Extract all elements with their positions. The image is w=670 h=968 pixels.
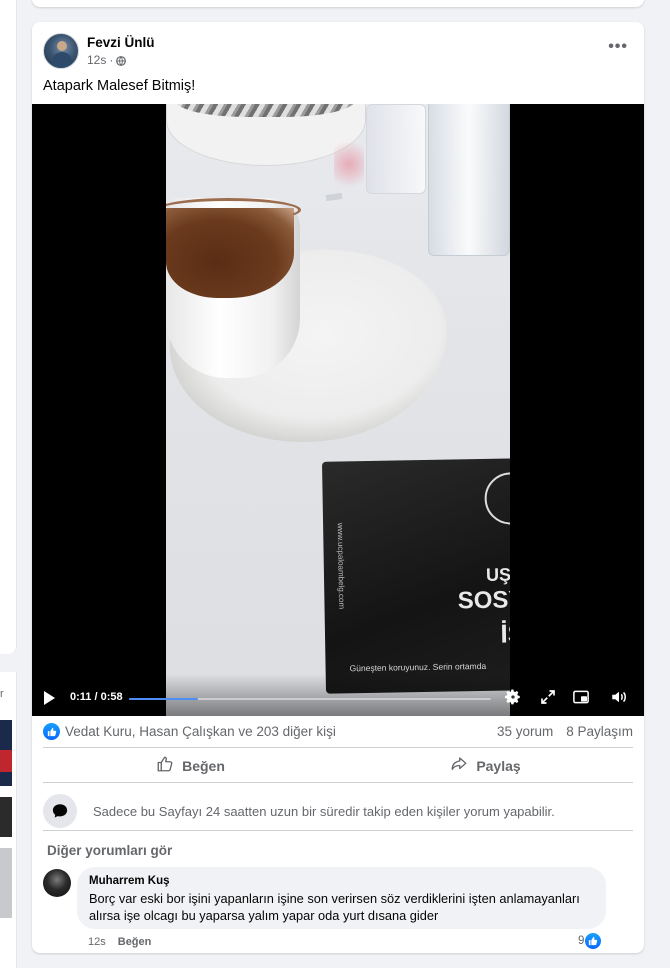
settings-icon[interactable] <box>504 688 522 706</box>
like-button[interactable]: Beğen <box>43 749 338 782</box>
divider <box>43 830 633 831</box>
comment-text: Borç var eski bor işini yapanların işine… <box>89 891 580 923</box>
post-actions: Beğen Paylaş <box>43 749 633 782</box>
like-button-label: Beğen <box>182 757 225 774</box>
comment-reaction-count: 9 <box>578 935 585 947</box>
globe-icon <box>116 55 127 66</box>
author-name[interactable]: Fevzi Ünlü <box>87 35 155 50</box>
packet-logo <box>484 472 510 525</box>
thumbs-up-icon <box>156 755 174 776</box>
comment-like-button[interactable]: Beğen <box>118 936 152 948</box>
glass <box>428 104 510 256</box>
share-count[interactable]: 8 Paylaşım <box>566 724 633 739</box>
left-panel-card-lower <box>0 672 17 968</box>
share-button-label: Paylaş <box>476 757 521 774</box>
left-thumbnail[interactable] <box>0 720 12 786</box>
video-controls: 0:11 / 0:58 <box>32 674 644 716</box>
previous-post-card <box>32 0 644 7</box>
video-frame: UŞA SOSY İS Güneşten koruyunuz. Serin or… <box>166 104 510 716</box>
engagement-counts: 35 yorum 8 Paylaşım <box>497 724 633 739</box>
author-avatar[interactable] <box>43 33 79 69</box>
left-thumbnail[interactable] <box>0 848 12 918</box>
video-time: 0:11 / 0:58 <box>70 691 123 703</box>
like-reaction-icon <box>43 723 60 740</box>
view-more-comments-link[interactable]: Diğer yorumları gör <box>47 843 172 858</box>
comment-restriction-notice: Sadece bu Sayfayı 24 saatten uzun bir sü… <box>43 792 633 830</box>
left-thumbnail[interactable] <box>0 797 12 837</box>
post-meta: 12s · <box>87 53 127 67</box>
comment-time[interactable]: 12s <box>88 936 106 948</box>
video-player[interactable]: UŞA SOSY İS Güneşten koruyunuz. Serin or… <box>32 104 644 716</box>
picture-in-picture-icon[interactable] <box>572 688 590 706</box>
volume-icon[interactable] <box>610 688 628 706</box>
reaction-summary[interactable]: Vedat Kuru, Hasan Çalışkan ve 203 diğer … <box>43 723 336 740</box>
divider <box>43 747 633 748</box>
commenter-name[interactable]: Muharrem Kuş <box>89 875 594 887</box>
share-button[interactable]: Paylaş <box>338 749 633 782</box>
commenter-avatar[interactable] <box>43 869 71 897</box>
post-card: Fevzi Ünlü 12s · ••• Atapark Malesef Bit… <box>32 22 644 953</box>
left-panel-card <box>0 0 17 654</box>
meta-separator: · <box>109 53 114 67</box>
share-icon <box>450 755 468 776</box>
fullscreen-icon[interactable] <box>539 688 557 706</box>
post-text: Atapark Malesef Bitmiş! <box>43 78 196 94</box>
sugar-packet: UŞA SOSY İS Güneşten koruyunuz. Serin or… <box>321 458 510 694</box>
comment-count[interactable]: 35 yorum <box>497 724 553 739</box>
video-progress-fill <box>129 698 198 700</box>
play-icon[interactable] <box>44 691 55 705</box>
left-panel-text: r <box>0 688 4 700</box>
like-reaction-icon <box>585 933 602 949</box>
restriction-text: Sadece bu Sayfayı 24 saatten uzun bir sü… <box>93 803 555 819</box>
glass <box>366 104 426 194</box>
comment-bubble-icon <box>43 794 77 828</box>
comment-meta: 12s Beğen <box>88 936 151 948</box>
divider <box>43 782 633 783</box>
video-progress-bar[interactable] <box>129 698 491 700</box>
likers-text[interactable]: Vedat Kuru, Hasan Çalışkan ve 203 diğer … <box>65 724 336 739</box>
post-time[interactable]: 12s <box>87 53 106 67</box>
comment-bubble: Muharrem Kuş Borç var eski bor işini yap… <box>77 867 606 929</box>
comment-reactions[interactable]: 9 <box>578 933 602 949</box>
more-options-icon[interactable]: ••• <box>608 38 628 56</box>
